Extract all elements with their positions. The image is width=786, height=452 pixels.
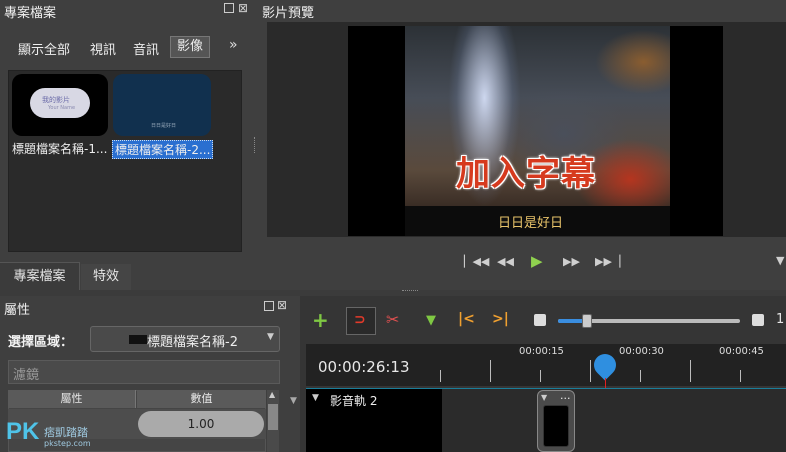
file-thumb-2[interactable]: 日日是好日 [113, 74, 211, 136]
tab-show-all[interactable]: 顯示全部 [18, 39, 70, 58]
scroll-thumb[interactable] [268, 404, 278, 430]
tab-project-files[interactable]: 專案檔案 [0, 262, 80, 290]
ruler-tick [640, 370, 641, 382]
filter-input[interactable]: 濾鏡 [8, 360, 280, 384]
tab-audio[interactable]: 音訊 [133, 39, 159, 58]
property-scrollbar[interactable]: ▲ [267, 390, 279, 452]
select-region-dropdown[interactable]: 標題檔案名稱-2 ▼ [90, 326, 280, 352]
clip-thumbnail [543, 405, 569, 447]
file-caption-1[interactable]: 標題檔案名稱-1... [12, 140, 107, 157]
dropdown-arrow-icon: ▼ [267, 332, 274, 342]
ruler-tick [690, 360, 691, 382]
preview-menu-icon[interactable]: ▼ [776, 254, 784, 267]
zoom-in-icon[interactable] [752, 314, 764, 326]
play-icon[interactable]: ▶ [531, 252, 543, 270]
project-files-title: 專案檔案 [4, 6, 57, 21]
watermark-text: 痞凱踏踏 [44, 426, 88, 439]
tab-effects-label: 特效 [92, 269, 119, 284]
snap-magnet-button[interactable]: ⊃ [346, 307, 376, 335]
overlay-caption: 加入字幕 [456, 154, 596, 194]
razor-icon[interactable]: ✂ [386, 310, 399, 329]
video-subtitle: 日日是好日 [498, 216, 564, 231]
col-header-name-label: 屬性 [60, 392, 83, 405]
magnet-icon: ⊃ [354, 312, 366, 328]
fast-forward-icon[interactable]: ▶▶ [563, 255, 580, 268]
track-header[interactable]: ▼ 影音軌 2 [306, 389, 442, 452]
filter-placeholder: 濾鏡 [13, 368, 40, 383]
select-region-label: 選擇區域： [8, 335, 74, 350]
properties-title: 屬性 [4, 303, 31, 318]
zoom-out-icon[interactable] [534, 314, 546, 326]
scroll-up-icon[interactable]: ▲ [269, 390, 275, 399]
tab-effects[interactable]: 特效 [81, 264, 131, 290]
col-header-value-label: 數值 [190, 392, 213, 405]
horizontal-splitter[interactable] [402, 290, 418, 293]
track-collapse-icon[interactable]: ▼ [312, 393, 319, 403]
clip-collapse-icon[interactable]: ▼ [541, 393, 547, 402]
tab-image-label: 影像 [176, 39, 203, 54]
clip-menu-icon[interactable]: ... [560, 389, 571, 402]
tab-project-files-label: 專案檔案 [13, 269, 66, 284]
col-header-name: 屬性 [8, 390, 136, 408]
previous-marker-icon[interactable]: |< [458, 311, 475, 327]
ruler-tick [740, 370, 741, 382]
tab-image[interactable]: 影像 [170, 36, 210, 58]
ruler-label-15: 00:00:15 [519, 346, 564, 357]
zoom-value: 1 [776, 312, 785, 327]
watermark-logo: PK [6, 418, 40, 445]
ruler-tick [440, 370, 441, 382]
video-frame: 加入字幕 日日是好日 [348, 26, 723, 236]
ruler-tick [590, 360, 591, 382]
splitter-handle[interactable] [254, 137, 257, 153]
timecode-display: 00:00:26:13 [318, 358, 410, 376]
select-region-value: 標題檔案名稱-2 [147, 335, 238, 350]
add-marker-icon[interactable]: ▼ [426, 313, 436, 328]
jump-start-icon[interactable]: ▏◀◀ [464, 255, 489, 268]
file-thumb-1[interactable]: 我的影片 Your Name [12, 74, 108, 136]
timeline-clip[interactable]: ▼ ... [537, 389, 575, 452]
rewind-icon[interactable]: ◀◀ [497, 255, 514, 268]
track-name: 影音軌 2 [330, 394, 378, 408]
ruler-label-30: 00:00:30 [619, 346, 664, 357]
selection-color-swatch [129, 335, 147, 344]
ruler-label-45: 00:00:45 [719, 346, 764, 357]
col-header-value: 數值 [137, 390, 266, 408]
thumb-2-title: 日日是好日 [151, 123, 177, 129]
tab-video[interactable]: 視訊 [90, 39, 116, 58]
next-marker-icon[interactable]: >| [492, 311, 509, 327]
watermark-site: pkstep.com [44, 439, 91, 448]
zoom-slider-fill [558, 319, 584, 323]
track-scroll-arrow[interactable]: ▼ [290, 396, 297, 406]
ruler-tick [540, 370, 541, 382]
property-value-pill[interactable]: 1.00 [138, 411, 264, 437]
thumb-1-title: 我的影片 [42, 96, 70, 104]
zoom-slider-handle[interactable] [582, 314, 592, 328]
zoom-slider[interactable] [558, 314, 740, 328]
float-icon[interactable] [224, 3, 234, 13]
properties-close-icon[interactable]: ⊠ [277, 298, 287, 312]
property-value: 1.00 [187, 417, 215, 431]
preview-title: 影片預覽 [262, 6, 315, 21]
add-track-icon[interactable]: + [312, 310, 329, 330]
more-tabs-icon[interactable]: » [229, 37, 238, 53]
ruler-tick [490, 360, 491, 382]
jump-end-icon[interactable]: ▶▶▕ [595, 255, 620, 268]
close-icon[interactable]: ⊠ [238, 1, 248, 15]
thumb-1-sub: Your Name [48, 105, 76, 111]
file-caption-2[interactable]: 標題檔案名稱-2... [112, 140, 214, 159]
properties-float-icon[interactable] [264, 301, 274, 311]
